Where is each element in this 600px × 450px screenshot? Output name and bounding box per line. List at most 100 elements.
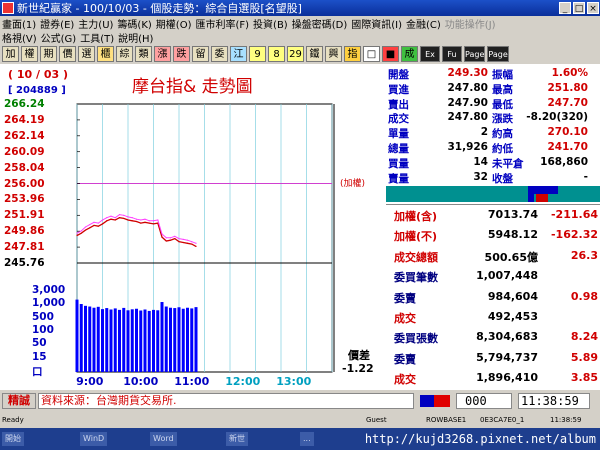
toolbar-button-7[interactable]: 類: [135, 46, 152, 62]
quote-value: 247.90: [447, 96, 488, 109]
maximize-icon[interactable]: □: [573, 2, 585, 14]
toolbar-button-19[interactable]: □: [363, 46, 380, 62]
window-controls: _ □ ×: [558, 2, 600, 14]
taskbar-item[interactable]: Word: [150, 432, 177, 446]
volume-bar: [92, 307, 96, 372]
toolbar-button-10[interactable]: 留: [192, 46, 209, 62]
series-1-point: [84, 226, 87, 228]
ref-tag: (加權): [340, 179, 366, 189]
price-tick-label: 264.19: [4, 113, 45, 126]
menu-item-row2-2[interactable]: 工具(T): [78, 30, 116, 45]
quote-label: 買量: [388, 157, 409, 170]
menu-item-9[interactable]: 金融(C): [404, 16, 443, 31]
series-1-point: [140, 219, 142, 221]
toolbar-button-24[interactable]: Page: [464, 46, 486, 62]
quote-value: 249.30: [447, 67, 488, 79]
toolbar-button-8[interactable]: 漲: [154, 46, 171, 62]
toolbar-button-11[interactable]: 委: [211, 46, 228, 62]
volume-badge: [ 204889 ]: [8, 85, 66, 96]
volume-tick-label: 50: [32, 337, 47, 350]
code-box[interactable]: 000: [456, 393, 512, 409]
volume-bar: [88, 306, 92, 372]
quote-value: 251.80: [547, 81, 588, 94]
menu-item-3[interactable]: 籌碼(K): [115, 16, 153, 31]
toolbar-button-18[interactable]: 指: [344, 46, 361, 62]
taskbar-item[interactable]: ...: [300, 432, 314, 446]
menu-item-10[interactable]: 功能操作(J): [443, 16, 498, 31]
series-1-point: [182, 238, 184, 240]
series-0-point: [101, 223, 104, 225]
menu-item-2[interactable]: 主力(U): [76, 16, 115, 31]
toolbar-button-4[interactable]: 選: [78, 46, 95, 62]
market-row: 成交 492,453: [386, 307, 600, 329]
market-value: 8,304,683: [476, 330, 538, 344]
toolbar-button-0[interactable]: 加: [2, 46, 19, 62]
menu-item-4[interactable]: 期權(O): [154, 16, 194, 31]
menu-bar: 畫面(1) 證券(E) 主力(U) 籌碼(K) 期權(O) 匯市利率(F) 投資(B) 操盤密…: [0, 16, 600, 45]
watermark-url: http://kujd3268.pixnet.net/album: [364, 432, 596, 446]
toolbar-button-14[interactable]: 8: [268, 46, 285, 62]
toolbar-button-9[interactable]: 跌: [173, 46, 190, 62]
toolbar-button-15[interactable]: 29: [287, 46, 304, 62]
vendor-button[interactable]: 精誠: [2, 393, 36, 409]
toolbar-button-1[interactable]: 權: [21, 46, 38, 62]
menu-item-6[interactable]: 投資(B): [251, 16, 290, 31]
menu-row-1: 畫面(1) 證券(E) 主力(U) 籌碼(K) 期權(O) 匯市利率(F) 投資(B) 操盤密…: [0, 16, 600, 31]
time-tick-label: 12:00: [225, 375, 261, 388]
toolbar-button-22[interactable]: Ex: [420, 46, 440, 62]
toolbar-button-17[interactable]: 興: [325, 46, 342, 62]
menu-item-5[interactable]: 匯市利率(F): [193, 16, 251, 31]
volume-bar: [177, 307, 181, 372]
menu-item-7[interactable]: 操盤密碼(D): [290, 16, 350, 31]
menu-item-row2-0[interactable]: 格視(V): [0, 30, 39, 45]
toolbar-button-20[interactable]: ■: [382, 46, 399, 62]
quote-row: 開盤 249.30 振幅 1.60%: [386, 67, 600, 81]
menu-item-1[interactable]: 證券(E): [38, 16, 76, 31]
window-title: 新世紀贏家 - 100/10/03 - 個股走勢：綜合自選股[名望股]: [17, 2, 302, 15]
sysbar-field: 11:38:59: [550, 416, 582, 424]
series-0-point: [186, 242, 189, 244]
price-tick-label: 251.91: [4, 209, 45, 222]
toolbar-button-25[interactable]: Page: [487, 46, 509, 62]
toolbar-button-6[interactable]: 綜: [116, 46, 133, 62]
market-label: 成交: [394, 373, 416, 387]
menu-item-8[interactable]: 國際資訊(I): [349, 16, 404, 31]
toolbar-button-2[interactable]: 期: [40, 46, 57, 62]
market-change: 3.85: [570, 371, 598, 385]
quote-value: -: [583, 170, 588, 183]
volume-bar: [113, 308, 117, 372]
market-row: 委買張數 8,304,683 8.24: [386, 327, 600, 349]
series-1-point: [157, 219, 159, 221]
toolbar-button-23[interactable]: Fu: [442, 46, 462, 62]
toolbar-button-21[interactable]: 成: [401, 46, 418, 62]
clock: 11:38:59: [518, 393, 590, 409]
quote-label: 成交: [388, 113, 409, 126]
toolbar-button-3[interactable]: 價: [59, 46, 76, 62]
price-tick-label: 266.24: [4, 98, 45, 110]
toolbar-button-12[interactable]: 江: [230, 46, 247, 62]
minimize-icon[interactable]: _: [559, 2, 571, 14]
close-icon[interactable]: ×: [587, 2, 599, 14]
volume-bar: [152, 309, 155, 372]
volume-bar: [126, 310, 130, 372]
series-1-point: [118, 213, 121, 216]
quote-row: 賣出 247.90 最低 247.70: [386, 96, 600, 111]
time-tick-label: 9:00: [76, 375, 104, 388]
series-0-point: [93, 224, 95, 227]
taskbar-item[interactable]: WinD: [80, 432, 108, 446]
volume-bar: [118, 309, 121, 372]
toolbar-button-5[interactable]: 櫃: [97, 46, 114, 62]
taskbar-item[interactable]: 新世: [226, 432, 248, 446]
volume-tick-label: 3,000: [32, 284, 66, 296]
series-0-point: [110, 218, 112, 220]
toolbar-button-13[interactable]: 9: [249, 46, 266, 62]
market-value: 5,794,737: [476, 350, 538, 364]
date-badge: ( 10 / 03 ): [8, 68, 69, 81]
menu-item-row2-1[interactable]: 公式(G): [39, 30, 79, 45]
market-row: 委賣 984,604 0.98: [386, 287, 600, 309]
taskbar: http://kujd3268.pixnet.net/album 開始 WinD W…: [0, 428, 600, 450]
toolbar-button-16[interactable]: 鐵: [306, 46, 323, 62]
menu-item-row2-3[interactable]: 說明(H): [116, 30, 155, 45]
menu-item-0[interactable]: 畫面(1): [0, 16, 38, 31]
taskbar-item[interactable]: 開始: [2, 432, 24, 446]
